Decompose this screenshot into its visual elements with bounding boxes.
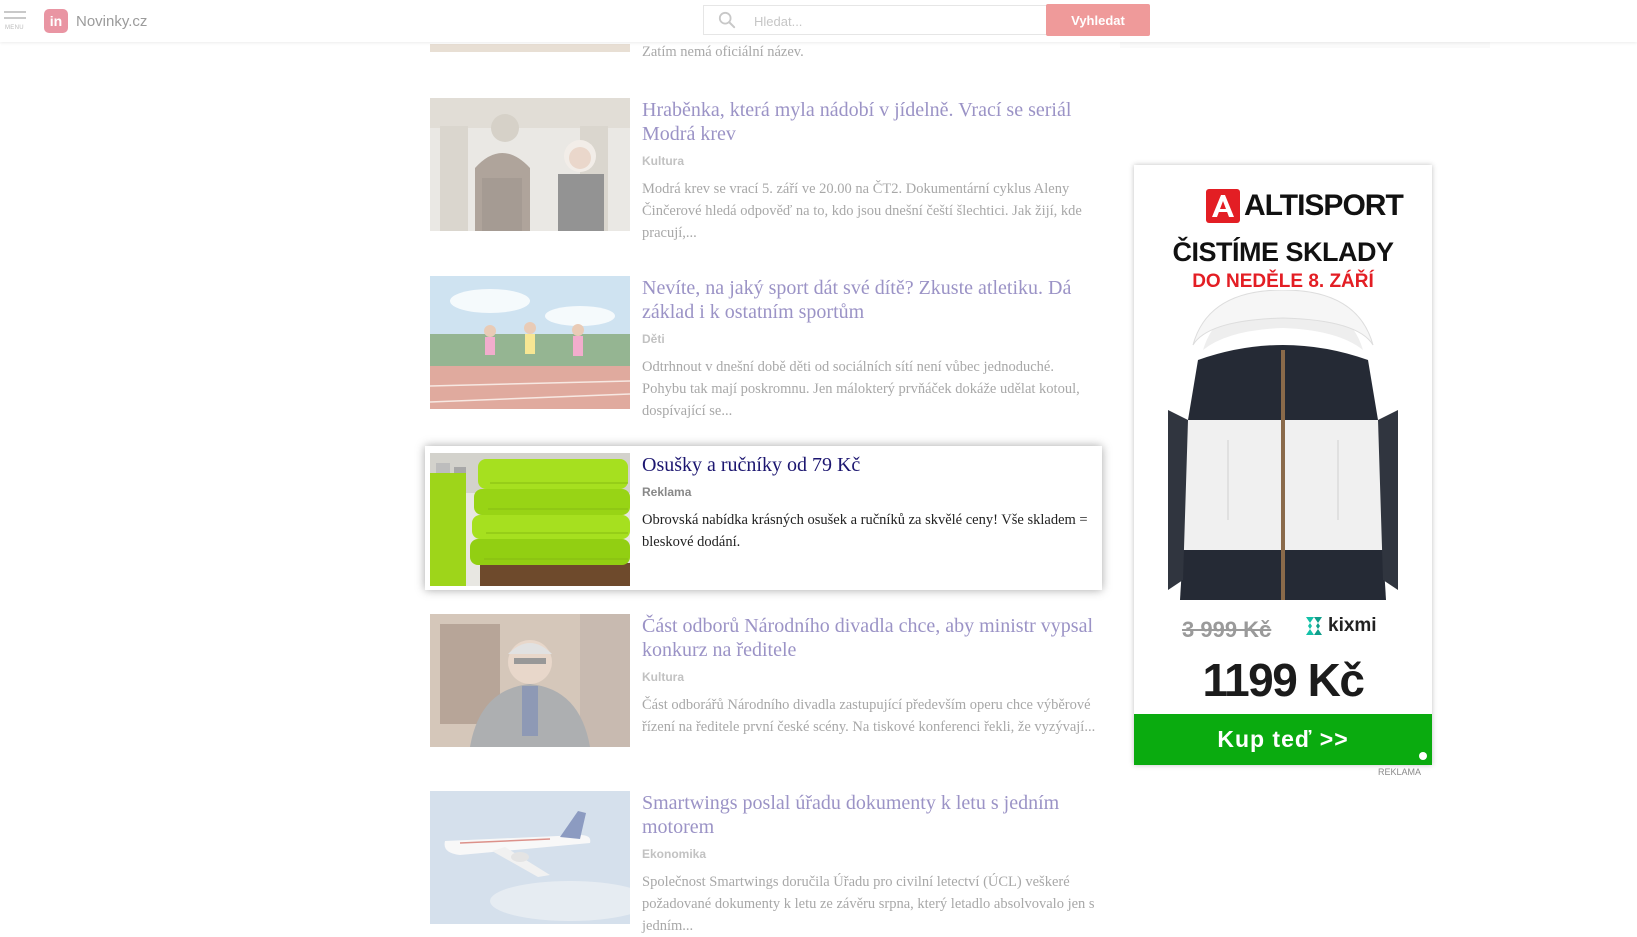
old-price: 3 999 Kč	[1182, 617, 1272, 642]
article-perex: Zatím nemá oficiální název.	[642, 44, 804, 60]
ad-label: REKLAMA	[1378, 767, 1422, 777]
menu-button[interactable]: MENU	[4, 11, 30, 35]
partner-name: kixmi	[1328, 615, 1377, 636]
site-logo[interactable]: in Novinky.cz	[44, 8, 147, 34]
jacket-image	[1168, 290, 1398, 600]
search-button[interactable]: Vyhledat	[1046, 4, 1150, 36]
brand-logo: ALTISPORT	[1206, 189, 1404, 223]
menu-label: MENU	[5, 25, 24, 31]
article-thumbnail[interactable]	[430, 791, 630, 924]
sponsored-article[interactable]: Osušky a ručníky od 79 Kč Reklama Obrovs…	[430, 453, 1100, 593]
article-category[interactable]: Ekonomika	[642, 847, 706, 861]
article-title[interactable]: Část odborů Národního divadla chce, aby …	[642, 614, 1102, 662]
article-title[interactable]: Hraběnka, která myla nádobí v jídelně. V…	[642, 98, 1102, 146]
article-title[interactable]: Nevíte, na jaký sport dát své dítě? Zkus…	[642, 276, 1102, 324]
article-item[interactable]: Smartwings poslal úřadu dokumenty k letu…	[430, 791, 1102, 934]
top-ad-remnant	[1120, 42, 1490, 48]
article-item[interactable]: Hraběnka, která myla nádobí v jídelně. V…	[430, 98, 1102, 241]
article-perex: Odtrhnout v dnešní době děti od sociální…	[642, 359, 1080, 419]
previous-article-snippet: Zatím nemá oficiální název.	[430, 44, 1100, 66]
article-perex: Část odborářů Národního divadla zastupuj…	[642, 697, 1096, 735]
airplane-image	[430, 791, 630, 924]
ad-info-icon[interactable]	[1416, 749, 1430, 763]
kids-running-image	[430, 276, 630, 409]
article-item[interactable]: Část odborů Národního divadla chce, aby …	[430, 614, 1100, 754]
palace-image	[430, 98, 630, 231]
logo-badge: in	[44, 9, 68, 33]
towels-image	[430, 453, 630, 586]
man-office-image	[430, 614, 630, 747]
article-thumbnail[interactable]	[430, 98, 630, 231]
altisport-banner-ad[interactable]: ALTISPORT ČISTÍME SKLADY DO NEDĚLE 8. ZÁ…	[1134, 165, 1432, 765]
brand-name: ALTISPORT	[1244, 189, 1404, 222]
hamburger-icon-bar	[4, 17, 26, 19]
article-item[interactable]: Nevíte, na jaký sport dát své dítě? Zkus…	[430, 276, 1102, 419]
site-header: MENU in Novinky.cz Vyhledat	[0, 0, 1637, 42]
altisport-logo-icon	[1206, 189, 1240, 223]
article-perex: Obrovská nabídka krásných osušek a ruční…	[642, 512, 1088, 550]
article-thumbnail[interactable]	[430, 453, 630, 586]
article-category[interactable]: Kultura	[642, 670, 684, 684]
article-category: Reklama	[642, 485, 692, 499]
article-thumbnail[interactable]	[430, 614, 630, 747]
hamburger-icon	[4, 11, 26, 13]
buy-now-button[interactable]: Kup teď >>	[1134, 714, 1432, 765]
kixmi-logo: kixmi	[1302, 615, 1377, 637]
search-icon	[718, 11, 736, 29]
article-perex: Modrá krev se vrací 5. září ve 20.00 na …	[642, 181, 1082, 241]
article-title[interactable]: Osušky a ručníky od 79 Kč	[642, 453, 1102, 477]
logo-text: Novinky.cz	[76, 12, 148, 30]
article-category[interactable]: Kultura	[642, 154, 684, 168]
sale-price: 1199 Kč	[1202, 654, 1365, 706]
article-thumbnail[interactable]	[430, 276, 630, 409]
kixmi-icon	[1306, 617, 1322, 635]
article-title[interactable]: Smartwings poslal úřadu dokumenty k letu…	[642, 791, 1102, 839]
ad-headline: ČISTÍME SKLADY	[1172, 237, 1394, 267]
article-perex: Společnost Smartwings doručila Úřadu pro…	[642, 874, 1095, 934]
article-thumbnail[interactable]	[430, 44, 630, 52]
article-category[interactable]: Děti	[642, 332, 665, 346]
search-box	[703, 5, 1047, 35]
search-input[interactable]	[752, 10, 1036, 32]
